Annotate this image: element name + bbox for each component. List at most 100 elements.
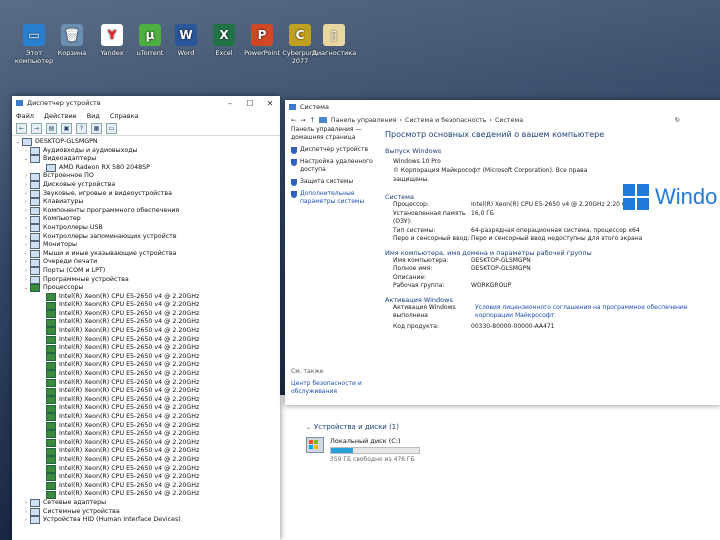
- chevron-right-icon[interactable]: ›: [22, 516, 30, 525]
- tree-category[interactable]: › Мониторы: [14, 241, 280, 250]
- tree-processor[interactable]: Intel(R) Xeon(R) CPU E5-2650 v4 @ 2.20GH…: [14, 327, 280, 336]
- tree-processor[interactable]: Intel(R) Xeon(R) CPU E5-2650 v4 @ 2.20GH…: [14, 336, 280, 345]
- tree-processor[interactable]: Intel(R) Xeon(R) CPU E5-2650 v4 @ 2.20GH…: [14, 456, 280, 465]
- local-disk-item[interactable]: Локальный диск (C:) 359 ГБ свободно из 4…: [306, 437, 420, 463]
- tree-processor[interactable]: Intel(R) Xeon(R) CPU E5-2650 v4 @ 2.20GH…: [14, 379, 280, 388]
- chevron-right-icon[interactable]: ›: [22, 207, 30, 216]
- forward-arrow-icon[interactable]: →: [31, 123, 42, 134]
- chevron-down-icon[interactable]: ⌄: [306, 424, 311, 431]
- tree-category[interactable]: › Системные устройства: [14, 508, 280, 517]
- tree-category[interactable]: › Устройства HID (Human Interface Devices…: [14, 516, 280, 525]
- chevron-down-icon[interactable]: ⌄: [22, 155, 30, 164]
- excel-icon: X: [213, 24, 235, 46]
- tree-processor[interactable]: Intel(R) Xeon(R) CPU E5-2650 v4 @ 2.20GH…: [14, 473, 280, 482]
- tree-category[interactable]: › Сетевые адаптеры: [14, 499, 280, 508]
- tree-processor[interactable]: Intel(R) Xeon(R) CPU E5-2650 v4 @ 2.20GH…: [14, 318, 280, 327]
- back-arrow-icon[interactable]: ←: [16, 123, 27, 134]
- chevron-down-icon[interactable]: ⌄: [14, 138, 22, 147]
- chevron-right-icon[interactable]: ›: [22, 508, 30, 517]
- left-nav-link[interactable]: Диспетчер устройств: [285, 146, 377, 154]
- tree-category[interactable]: › Программные устройства: [14, 276, 280, 285]
- tree-processor[interactable]: Intel(R) Xeon(R) CPU E5-2650 v4 @ 2.20GH…: [14, 422, 280, 431]
- tree-category[interactable]: › Дисковые устройства: [14, 181, 280, 190]
- tree-processor[interactable]: Intel(R) Xeon(R) CPU E5-2650 v4 @ 2.20GH…: [14, 490, 280, 499]
- tree-category[interactable]: › Порты (COM и LPT): [14, 267, 280, 276]
- forward-arrow-icon[interactable]: →: [300, 117, 305, 124]
- chevron-right-icon[interactable]: ›: [22, 267, 30, 276]
- chevron-right-icon[interactable]: ›: [22, 250, 30, 259]
- breadcrumb[interactable]: Панель управления › Система и безопасность…: [331, 117, 523, 124]
- tree-category[interactable]: ⌄ Видеоадаптеры: [14, 155, 280, 164]
- back-arrow-icon[interactable]: ←: [291, 117, 296, 124]
- menu-item[interactable]: Файл: [16, 112, 34, 120]
- chevron-right-icon[interactable]: ›: [22, 224, 30, 233]
- properties-icon[interactable]: ▤: [46, 123, 57, 134]
- left-nav-link[interactable]: Дополнительные параметры системы: [285, 190, 377, 206]
- left-nav-link[interactable]: Защита системы: [285, 178, 377, 186]
- desktop-icon-diagnostics[interactable]: ▯ Диагностика: [308, 24, 360, 57]
- tree-category[interactable]: › Контроллеры USB: [14, 224, 280, 233]
- tree-category[interactable]: › Звуковые, игровые и видеоустройства: [14, 190, 280, 199]
- menu-item[interactable]: Справка: [110, 112, 139, 120]
- tree-category[interactable]: › Клавиатуры: [14, 198, 280, 207]
- tree-processor[interactable]: Intel(R) Xeon(R) CPU E5-2650 v4 @ 2.20GH…: [14, 430, 280, 439]
- tree-node-label: Видеоадаптеры: [43, 155, 97, 163]
- minimize-button[interactable]: –: [220, 99, 240, 108]
- chevron-right-icon[interactable]: ›: [22, 181, 30, 190]
- chevron-right-icon[interactable]: ›: [22, 258, 30, 267]
- menu-item[interactable]: Действие: [44, 112, 77, 120]
- processor-icon: [46, 473, 56, 482]
- chevron-down-icon[interactable]: ⌄: [22, 284, 30, 293]
- chevron-right-icon[interactable]: ›: [22, 241, 30, 250]
- help-icon[interactable]: ?: [76, 123, 87, 134]
- tree-category[interactable]: › Мыши и иные указывающие устройства: [14, 250, 280, 259]
- tree-processor[interactable]: Intel(R) Xeon(R) CPU E5-2650 v4 @ 2.20GH…: [14, 344, 280, 353]
- tree-category[interactable]: › Контроллеры запоминающих устройств: [14, 233, 280, 242]
- up-arrow-icon[interactable]: ↑: [310, 117, 315, 124]
- chevron-right-icon[interactable]: ›: [22, 198, 30, 207]
- tree-processor[interactable]: Intel(R) Xeon(R) CPU E5-2650 v4 @ 2.20GH…: [14, 361, 280, 370]
- system-titlebar[interactable]: Система: [285, 100, 720, 114]
- tree-processor[interactable]: Intel(R) Xeon(R) CPU E5-2650 v4 @ 2.20GH…: [14, 370, 280, 379]
- device-category-icon: [30, 181, 40, 190]
- chevron-right-icon[interactable]: ›: [22, 276, 30, 285]
- monitor-icon[interactable]: ▭: [106, 123, 117, 134]
- chevron-right-icon[interactable]: ›: [22, 233, 30, 242]
- chevron-right-icon[interactable]: ›: [22, 499, 30, 508]
- chevron-right-icon[interactable]: ›: [22, 215, 30, 224]
- update-driver-icon[interactable]: ▣: [61, 123, 72, 134]
- tree-root[interactable]: ⌄ DESKTOP-GLSMGPN: [14, 138, 280, 147]
- security-center-link[interactable]: Центр безопасности и обслуживания: [291, 380, 377, 396]
- tree-processor[interactable]: Intel(R) Xeon(R) CPU E5-2650 v4 @ 2.20GH…: [14, 387, 280, 396]
- tree-category[interactable]: › Очереди печати: [14, 258, 280, 267]
- tree-device[interactable]: AMD Radeon RX 580 2048SP: [14, 164, 280, 173]
- chevron-right-icon[interactable]: ›: [22, 190, 30, 199]
- breadcrumb-item[interactable]: Система и безопасность: [405, 117, 486, 124]
- tree-category[interactable]: ⌄ Процессоры: [14, 284, 280, 293]
- device-manager-titlebar[interactable]: Диспетчер устройств – ☐ ✕: [12, 96, 280, 110]
- license-terms-link[interactable]: Условия лицензионного соглашения на прог…: [475, 304, 720, 321]
- breadcrumb-item[interactable]: Система: [495, 117, 523, 124]
- scan-hardware-icon[interactable]: ▦: [91, 123, 102, 134]
- tree-processor[interactable]: Intel(R) Xeon(R) CPU E5-2650 v4 @ 2.20GH…: [14, 413, 280, 422]
- chevron-right-icon[interactable]: ›: [22, 147, 30, 156]
- tree-processor[interactable]: Intel(R) Xeon(R) CPU E5-2650 v4 @ 2.20GH…: [14, 447, 280, 456]
- menu-item[interactable]: Вид: [87, 112, 100, 120]
- tree-processor[interactable]: Intel(R) Xeon(R) CPU E5-2650 v4 @ 2.20GH…: [14, 465, 280, 474]
- breadcrumb-item[interactable]: Панель управления: [331, 117, 397, 124]
- maximize-button[interactable]: ☐: [240, 99, 260, 108]
- chevron-right-icon[interactable]: ›: [22, 172, 30, 181]
- tree-processor[interactable]: Intel(R) Xeon(R) CPU E5-2650 v4 @ 2.20GH…: [14, 404, 280, 413]
- tree-node-label: Intel(R) Xeon(R) CPU E5-2650 v4 @ 2.20GH…: [59, 430, 200, 438]
- tree-category[interactable]: › Компьютер: [14, 215, 280, 224]
- left-nav-link[interactable]: Панель управления — домашняя страница: [285, 126, 377, 142]
- tree-processor[interactable]: Intel(R) Xeon(R) CPU E5-2650 v4 @ 2.20GH…: [14, 301, 280, 310]
- refresh-icon[interactable]: ↻: [675, 117, 680, 124]
- tree-category[interactable]: › Компоненты программного обеспечения: [14, 207, 280, 216]
- close-button[interactable]: ✕: [260, 99, 280, 108]
- tree-processor[interactable]: Intel(R) Xeon(R) CPU E5-2650 v4 @ 2.20GH…: [14, 293, 280, 302]
- activation-status: Активация Windows выполнена: [393, 303, 456, 320]
- left-nav-link[interactable]: Настройка удаленного доступа: [285, 158, 377, 174]
- tree-category[interactable]: › Аудиовходы и аудиовыходы: [14, 147, 280, 156]
- tree-category[interactable]: › Встроенное ПО: [14, 172, 280, 181]
